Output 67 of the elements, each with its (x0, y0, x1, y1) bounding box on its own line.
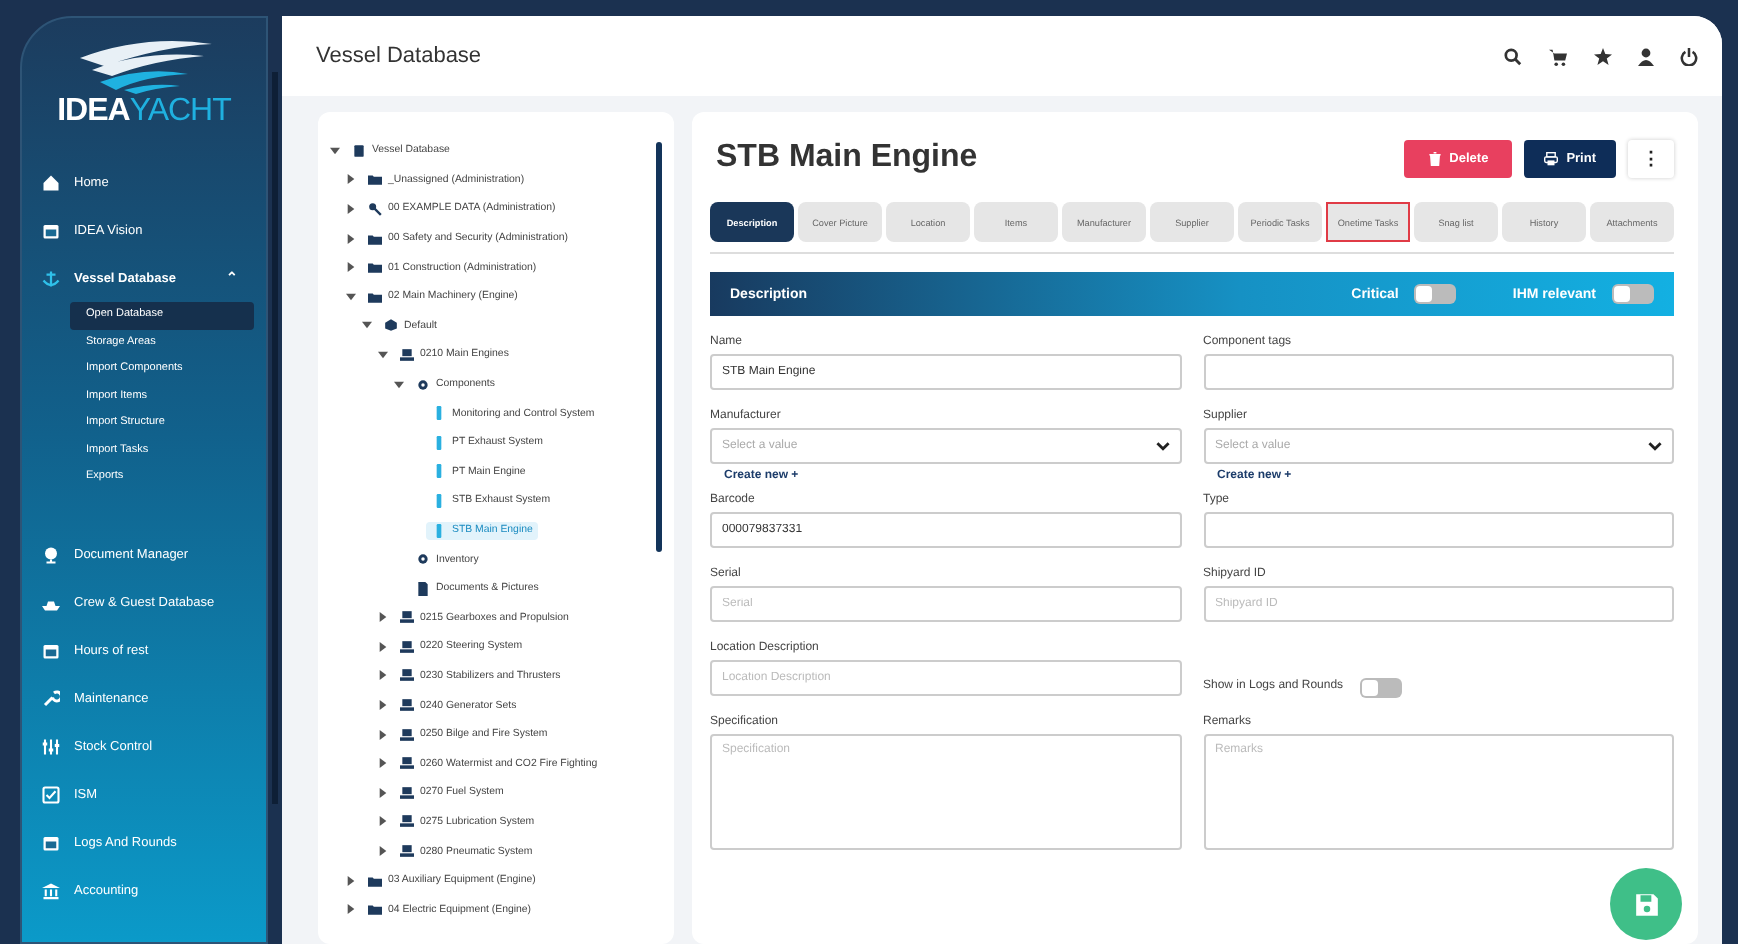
input-field[interactable] (1203, 512, 1674, 548)
machine-icon (400, 639, 414, 654)
collapse-caret-icon[interactable] (378, 758, 388, 769)
collapse-caret-icon[interactable] (346, 904, 356, 915)
anchor-icon (42, 269, 60, 287)
collapse-caret-icon[interactable] (346, 262, 356, 273)
calendar-icon (42, 642, 60, 660)
folder-icon (368, 172, 382, 187)
checkbox-icon (42, 786, 60, 804)
collapse-caret-icon[interactable] (378, 641, 388, 652)
machine-icon (400, 610, 414, 625)
search-icon[interactable] (1504, 47, 1522, 65)
collapse-caret-icon[interactable] (378, 787, 388, 798)
machine-icon (400, 814, 414, 829)
machine-icon (400, 668, 414, 683)
brand-name: YACHT (129, 94, 231, 128)
key-icon (368, 201, 382, 216)
sliders-icon (42, 738, 60, 756)
machine-icon (400, 347, 414, 362)
calendar-icon (42, 834, 60, 852)
chevron-down-icon (1648, 440, 1662, 452)
printer-icon (1544, 151, 1559, 165)
input-field[interactable] (1203, 354, 1674, 390)
collapse-caret-icon[interactable] (346, 203, 356, 214)
collapse-caret-icon[interactable] (378, 670, 388, 681)
chevron-down-icon (1155, 440, 1169, 452)
collapse-caret-icon[interactable] (378, 729, 388, 740)
collapse-caret-icon[interactable] (346, 174, 356, 185)
machine-icon (400, 844, 414, 859)
more-button[interactable]: ⋮ (1628, 139, 1674, 177)
gear-icon (416, 552, 430, 567)
user-icon[interactable] (1638, 47, 1654, 65)
component-title: STB Main Engine (714, 140, 978, 176)
expand-caret-icon[interactable] (362, 320, 372, 331)
globe-icon (42, 546, 60, 564)
machine-icon (400, 785, 414, 800)
power-icon[interactable] (1680, 47, 1698, 65)
expand-caret-icon[interactable] (394, 379, 404, 390)
calendar-icon (42, 221, 60, 239)
expand-caret-icon[interactable] (346, 291, 356, 302)
toggle-switch[interactable] (1359, 677, 1402, 697)
gear-icon (416, 377, 430, 392)
expand-caret-icon[interactable] (330, 145, 340, 156)
bank-icon (42, 882, 60, 900)
collapse-caret-icon[interactable] (378, 612, 388, 623)
machine-icon (400, 756, 414, 771)
toggle-switch[interactable] (1612, 284, 1654, 304)
page-title: Vessel Database (316, 44, 482, 68)
scrollbar[interactable] (656, 142, 662, 552)
expand-caret-icon[interactable] (378, 349, 388, 360)
document-icon (416, 581, 430, 596)
machine-icon (400, 698, 414, 713)
star-icon[interactable] (1594, 47, 1612, 65)
machine-icon (400, 727, 414, 742)
toggle-switch[interactable] (1414, 284, 1457, 304)
cart-icon[interactable] (1548, 47, 1568, 65)
home-icon (42, 173, 60, 191)
trash-icon (1427, 151, 1442, 165)
brand-name: IDEA (57, 94, 130, 128)
collapse-caret-icon[interactable] (378, 846, 388, 857)
collapse-caret-icon[interactable] (346, 233, 356, 244)
database-icon (352, 143, 366, 158)
box-icon (384, 318, 398, 333)
collapse-caret-icon[interactable] (378, 816, 388, 827)
collapse-caret-icon[interactable] (378, 700, 388, 711)
wrench-icon (42, 690, 60, 708)
collapse-caret-icon[interactable] (346, 875, 356, 886)
